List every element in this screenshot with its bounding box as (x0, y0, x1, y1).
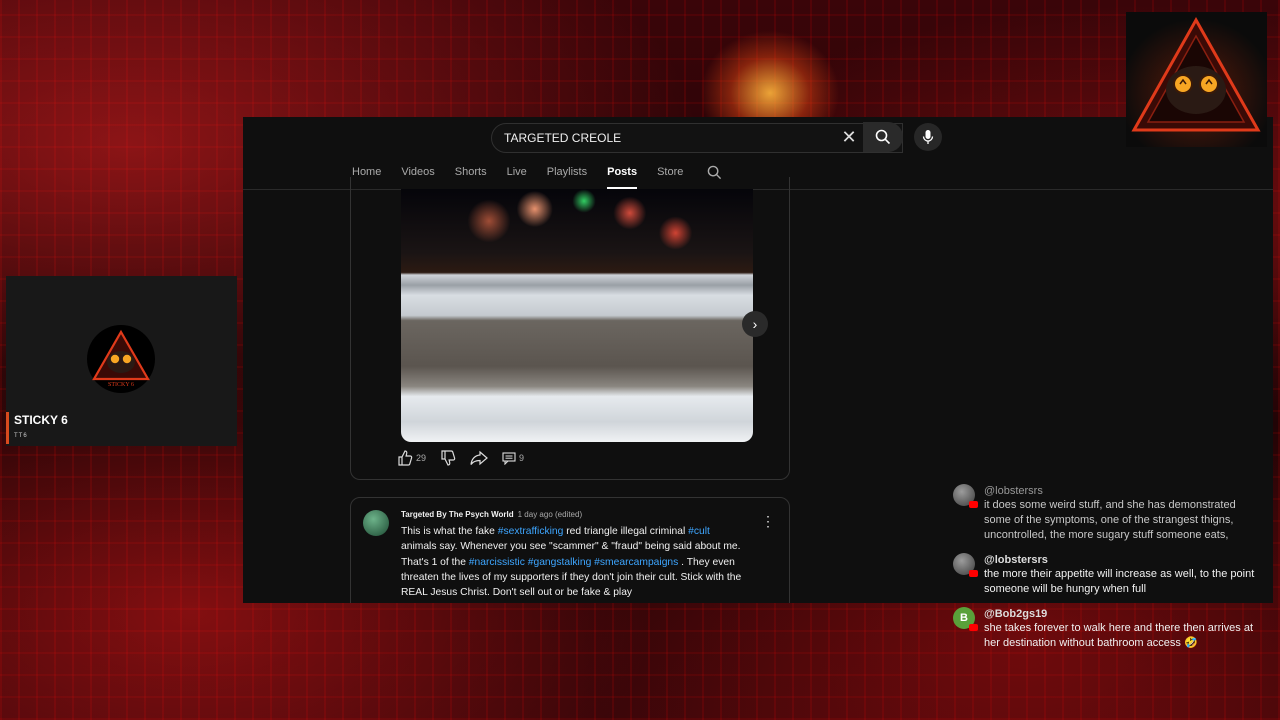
profile-accent-bar (6, 412, 9, 444)
post-image[interactable] (401, 189, 753, 442)
youtube-badge-icon (969, 570, 978, 577)
hashtag-link[interactable]: #sextrafficking (498, 526, 564, 537)
chat-username[interactable]: @Bob2gs19 (984, 607, 1260, 621)
youtube-badge-icon (969, 501, 978, 508)
chat-username[interactable]: @lobstersrs (984, 553, 1260, 567)
post-image-lights (401, 189, 753, 269)
post-actions: 29 9 (397, 450, 538, 466)
like-button[interactable]: 29 (397, 450, 426, 466)
more-vert-icon: ⋮ (761, 513, 775, 529)
profile-avatar-logo: STICKY 6 (87, 325, 155, 393)
background-triangle-glow (700, 30, 840, 120)
clear-search-button[interactable]: ✕ (839, 127, 859, 147)
search-query: TARGETED CREOLE (504, 131, 622, 145)
channel-logo-overlay (1126, 12, 1267, 147)
live-chat: @lobstersrs it does some weird stuff, an… (950, 484, 1260, 661)
mic-icon (922, 130, 934, 144)
chat-message: B @Bob2gs19 she takes forever to walk he… (950, 607, 1260, 651)
post-time: 1 day ago (edited) (517, 510, 583, 519)
hashtag-link[interactable]: #gangstalking (528, 557, 592, 568)
next-image-button[interactable]: › (742, 311, 768, 337)
share-icon (470, 450, 488, 466)
chat-text: it does some weird stuff, and she has de… (984, 499, 1236, 541)
community-post-text: Targeted By The Psych World 1 day ago (ed… (350, 497, 790, 603)
post-body: This is what the fake #sextrafficking re… (401, 524, 746, 600)
chat-text: the more their appetite will increase as… (984, 568, 1255, 595)
chat-message: @lobstersrs the more their appetite will… (950, 553, 1260, 597)
post-text-segment: red triangle illegal criminal (563, 526, 689, 537)
chat-message: @lobstersrs it does some weird stuff, an… (950, 484, 1260, 543)
chat-text: she takes forever to walk here and there… (984, 622, 1254, 649)
voice-search-button[interactable] (914, 123, 942, 151)
more-options-button[interactable]: ⋮ (761, 514, 775, 528)
close-icon: ✕ (841, 127, 857, 147)
avatar[interactable] (363, 510, 389, 536)
dislike-button[interactable] (440, 450, 456, 466)
triangle-mask-logo (1126, 12, 1267, 147)
post-author[interactable]: Targeted By The Psych World (401, 510, 514, 519)
community-post-image: › 29 9 (350, 177, 790, 480)
thumbs-down-icon (441, 450, 456, 466)
comment-count: 9 (519, 453, 525, 463)
comment-icon (502, 452, 516, 465)
youtube-badge-icon (969, 624, 978, 631)
avatar[interactable]: B (953, 607, 978, 631)
avatar[interactable] (953, 484, 978, 508)
profile-logo-text: STICKY 6 (108, 382, 134, 388)
hashtag-link[interactable]: #cult (688, 526, 710, 537)
streamer-profile-card: STICKY 6 STICKY 6 TT6 (6, 276, 237, 446)
comments-button[interactable]: 9 (502, 451, 524, 465)
search-icon (875, 129, 891, 145)
hashtag-link[interactable]: #narcissistic (469, 557, 525, 568)
hashtag-link[interactable]: #smearcampaigns (594, 557, 678, 568)
like-count: 29 (416, 453, 427, 463)
thumbs-up-icon (398, 450, 413, 466)
avatar[interactable] (953, 553, 978, 577)
chat-username[interactable]: @lobstersrs (984, 484, 1260, 498)
avatar-letter: B (960, 612, 968, 624)
post-text-segment: This is what the fake (401, 526, 498, 537)
profile-name: STICKY 6 (14, 413, 68, 427)
search-button[interactable] (863, 122, 903, 152)
profile-subtitle: TT6 (14, 433, 28, 439)
share-button[interactable] (470, 450, 488, 466)
chevron-right-icon: › (752, 316, 758, 332)
post-header: Targeted By The Psych World 1 day ago (ed… (401, 510, 582, 519)
